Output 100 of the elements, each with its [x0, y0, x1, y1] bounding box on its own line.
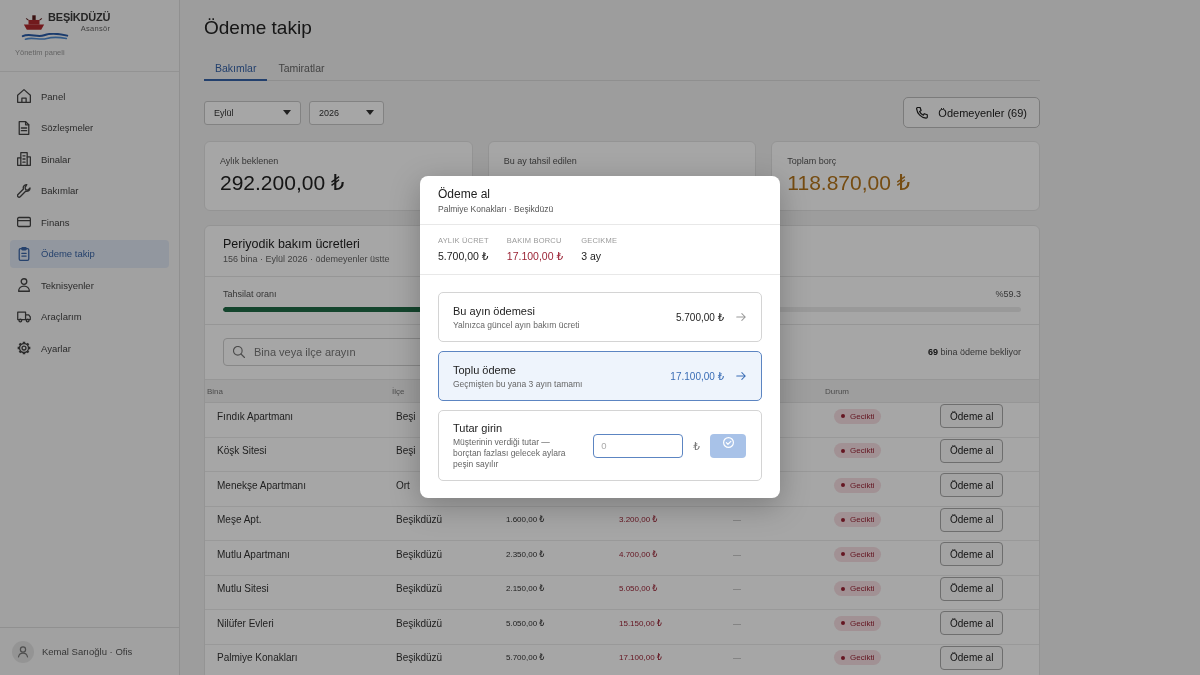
- status-text: Gecikti: [850, 411, 875, 421]
- option-title: Tutar girin: [453, 421, 503, 436]
- table-cell: —: [733, 549, 741, 559]
- table-cell: 1.600,00 ₺: [506, 515, 545, 524]
- status-text: Gecikti: [850, 549, 875, 559]
- take-payment-button[interactable]: Ödeme al: [940, 438, 1004, 463]
- option-amount: 5.700,00 ₺: [675, 311, 724, 323]
- status-dot-icon: [841, 586, 845, 591]
- card-label: Aylık beklenen: [220, 155, 279, 167]
- wrench-icon: [17, 183, 31, 198]
- nav-item[interactable]: Binalar: [10, 145, 169, 173]
- table-cell: 15.150,00 ₺: [619, 618, 662, 628]
- search-icon: [233, 346, 245, 358]
- dialog-subtitle: Palmiye Konakları · Beşikdüzü: [438, 203, 554, 215]
- table-cell: Beşikdüzü: [396, 548, 443, 560]
- take-payment-button[interactable]: Ödeme al: [940, 404, 1004, 428]
- table-cell: Köşk Sitesi: [217, 445, 267, 456]
- table-cell: Meşe Apt.: [217, 514, 262, 525]
- nav-item[interactable]: Finans: [10, 208, 169, 236]
- filter-select[interactable]: Eylül: [204, 100, 301, 125]
- phone-icon: [916, 106, 929, 119]
- panel-title: Periyodik bakım ücretleri: [223, 236, 360, 252]
- option-title: Toplu ödeme: [453, 362, 516, 378]
- caret-icon: [283, 110, 291, 115]
- option-amount: 17.100,00 ₺: [670, 370, 724, 382]
- table-cell: Beşikdüzü: [396, 617, 443, 629]
- panel-subtitle: 156 bina · Eylül 2026 · ödemeyenler üstte: [223, 253, 390, 266]
- table-cell: Beşikdüzü: [396, 583, 443, 594]
- status-dot-icon: [841, 552, 845, 556]
- table-cell: Menekşe Apartmanı: [217, 479, 306, 491]
- caret-icon: [366, 110, 374, 115]
- table-cell: Palmiye Konakları: [217, 652, 298, 663]
- ship-icon: [23, 14, 45, 31]
- payment-option[interactable]: Toplu ödeme Geçmişten bu yana 3 ayın tamamı 17.100,00 ₺: [438, 351, 762, 401]
- payment-option[interactable]: Bu ayın ödemesi Yalnızca güncel ayın bakım ücreti 5.700,00 ₺: [438, 292, 762, 342]
- page-title: Ödeme takip: [204, 16, 312, 40]
- take-payment-button[interactable]: Ödeme al: [940, 611, 1004, 635]
- status-dot-icon: [841, 621, 845, 625]
- table-cell: 5.700,00 ₺: [506, 653, 545, 662]
- filter-select[interactable]: 2026: [309, 100, 384, 125]
- card-icon: [17, 215, 31, 229]
- nav-item[interactable]: Ayarlar: [10, 334, 169, 362]
- tab[interactable]: Bakımlar: [204, 57, 268, 81]
- table-cell: 3.200,00 ₺: [619, 515, 658, 524]
- table-cell: 5.050,00 ₺: [506, 618, 545, 628]
- table-cell: Beşi: [396, 410, 416, 422]
- table-cell: 2.350,00 ₺: [506, 549, 545, 559]
- status-text: Gecikti: [850, 480, 875, 490]
- table-cell: Fındık Apartmanı: [217, 410, 294, 422]
- take-payment-button[interactable]: Ödeme al: [940, 576, 1004, 601]
- status-dot-icon: [841, 483, 845, 487]
- status-text: Gecikti: [850, 515, 875, 524]
- table-cell: Mutlu Sitesi: [217, 583, 269, 594]
- table-cell: Beşi: [396, 445, 416, 456]
- card-label: Toplam borç: [787, 155, 837, 167]
- home-icon: [17, 89, 31, 103]
- truck-icon: [17, 309, 31, 324]
- option-description: Yalnızca güncel ayın bakım ücreti: [453, 319, 580, 331]
- status-text: Gecikti: [850, 446, 875, 455]
- take-payment-button[interactable]: Ödeme al: [940, 473, 1004, 497]
- document-icon: [17, 120, 31, 135]
- logo-text: BEŞİKDÜZÜ: [48, 11, 111, 24]
- status-text: Gecikti: [850, 618, 875, 628]
- nav-item[interactable]: Teknisyenler: [10, 271, 169, 299]
- take-payment-button[interactable]: Ödeme al: [940, 542, 1004, 566]
- pending-count: 69 bina ödeme bekliyor: [927, 347, 1021, 357]
- currency-symbol: ₺: [693, 439, 700, 452]
- card-value: 292.200,00 ₺: [220, 170, 345, 196]
- nav-item[interactable]: Ödeme takip: [10, 239, 169, 268]
- option-title: Bu ayın ödemesi: [453, 303, 535, 319]
- table-cell: Nilüfer Evleri: [217, 617, 274, 629]
- nav-item[interactable]: Panel: [10, 82, 169, 110]
- gear-icon: [17, 341, 31, 355]
- card-label: Bu ay tahsil edilen: [503, 155, 577, 167]
- status-dot-icon: [841, 448, 845, 453]
- nav-item[interactable]: Sözleşmeler: [10, 113, 169, 142]
- custom-amount-option[interactable]: Tutar girin Müşterinin verdiği tutar — borçtan fazlası gelecek aylara peşin sayılır 0 ₺: [438, 410, 762, 481]
- column-header: Bina: [207, 386, 223, 396]
- table-cell: 17.100,00 ₺: [619, 653, 662, 662]
- table-cell: 2.150,00 ₺: [506, 584, 545, 593]
- unpaid-list-button[interactable]: Ödemeyenler (69): [903, 97, 1040, 128]
- status-dot-icon: [841, 655, 845, 660]
- person-icon: [17, 278, 31, 292]
- stat-value: 17.100,00 ₺: [506, 249, 564, 264]
- table-cell: 5.050,00 ₺: [619, 584, 658, 593]
- arrow-right-icon: [736, 313, 746, 321]
- nav-item[interactable]: Bakımlar: [10, 176, 169, 205]
- check-circle-icon: [722, 436, 734, 448]
- tab[interactable]: Tamiratlar: [267, 57, 336, 81]
- take-payment-button[interactable]: Ödeme al: [940, 645, 1004, 670]
- amount-input[interactable]: 0: [593, 433, 684, 458]
- table-cell: 4.700,00 ₺: [619, 549, 658, 559]
- table-cell: —: [733, 515, 741, 524]
- user-name: Kemal Sarıoğlu · Ofis: [42, 646, 133, 657]
- table-cell: —: [733, 618, 741, 628]
- arrow-right-icon: [736, 372, 746, 380]
- take-payment-button[interactable]: Ödeme al: [940, 507, 1004, 532]
- nav-item[interactable]: Araçlarım: [10, 302, 169, 331]
- avatar-icon: [12, 640, 34, 663]
- option-description: Geçmişten bu yana 3 ayın tamamı: [453, 378, 583, 390]
